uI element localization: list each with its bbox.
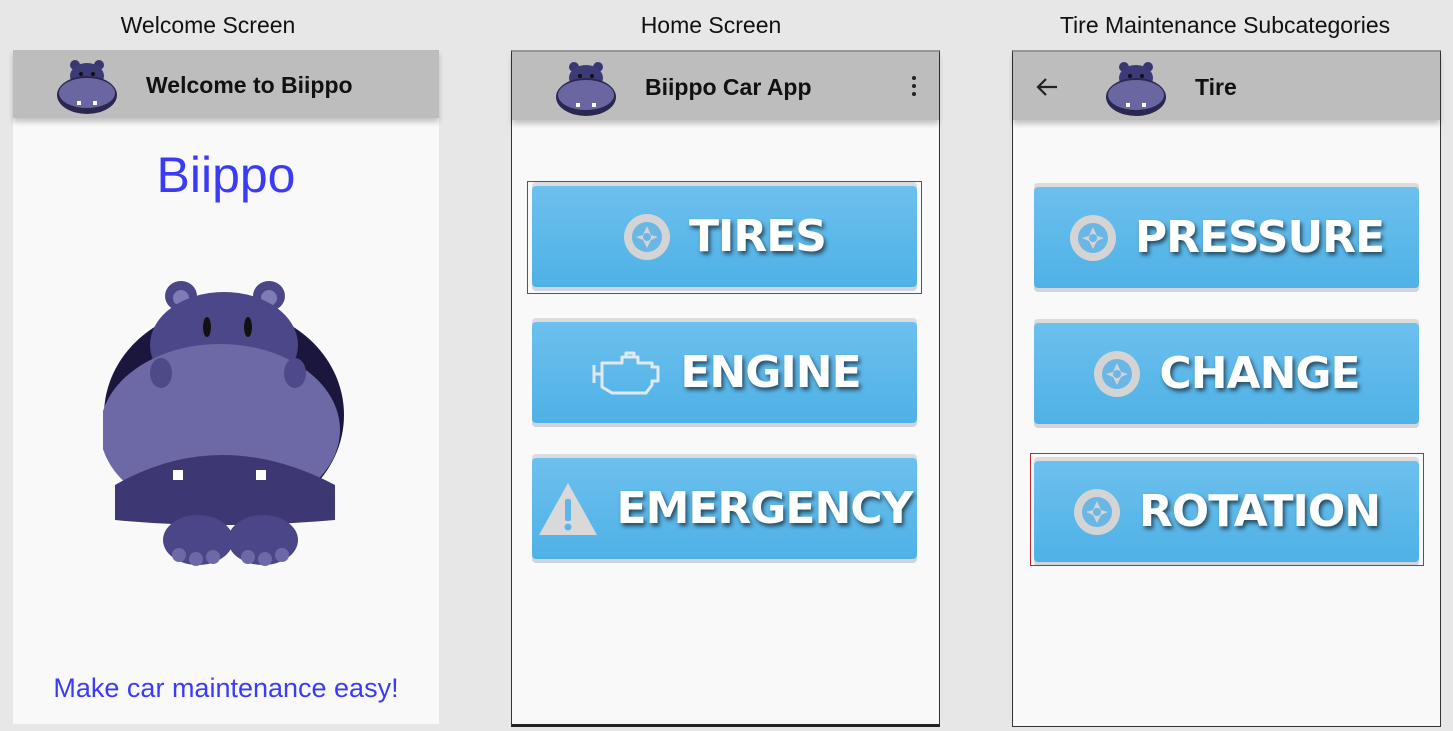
warning-icon [538, 482, 597, 535]
appbar-title: Tire [1195, 74, 1237, 100]
tires-highlight [527, 181, 922, 294]
pressure-button[interactable]: PRESSURE [1034, 187, 1419, 288]
pressure-label: PRESSURE [1134, 212, 1385, 263]
change-label: CHANGE [1159, 348, 1360, 399]
tagline: Make car maintenance easy! [53, 673, 399, 703]
hippo-logo-icon [556, 62, 616, 116]
caption-home: Home Screen [640, 12, 782, 38]
tire-icon [1069, 214, 1116, 261]
home-screen: Biippo Car App TIRES ENGINE EMERGENCY [511, 50, 940, 727]
engine-button[interactable]: ENGINE [532, 322, 917, 423]
tire-icon [1094, 350, 1141, 397]
change-button[interactable]: CHANGE [1034, 323, 1419, 424]
appbar-title: Welcome to Biippo [146, 72, 353, 98]
tire-appbar: Tire [1013, 52, 1440, 120]
hippo-logo-icon [1106, 62, 1166, 116]
hippo-logo-icon [57, 60, 117, 114]
welcome-appbar: Welcome to Biippo [13, 50, 439, 118]
caption-welcome: Welcome Screen [120, 12, 296, 38]
welcome-screen: Welcome to Biippo Biippo Make car mainte… [13, 50, 439, 724]
rotation-highlight [1030, 453, 1424, 566]
engine-label: ENGINE [680, 347, 861, 398]
back-arrow-icon[interactable] [1035, 76, 1059, 98]
overflow-menu-icon[interactable] [909, 76, 919, 98]
hippo-mascot-icon [103, 281, 344, 566]
emergency-button[interactable]: EMERGENCY [532, 458, 917, 559]
engine-icon [592, 351, 660, 394]
appbar-title: Biippo Car App [645, 74, 812, 100]
tire-screen: Tire PRESSURE CHANGE ROTATION [1012, 50, 1441, 727]
caption-tire: Tire Maintenance Subcategories [1059, 12, 1391, 38]
brand-title: Biippo [156, 147, 296, 203]
home-appbar: Biippo Car App [512, 52, 939, 120]
emergency-label: EMERGENCY [616, 483, 914, 534]
